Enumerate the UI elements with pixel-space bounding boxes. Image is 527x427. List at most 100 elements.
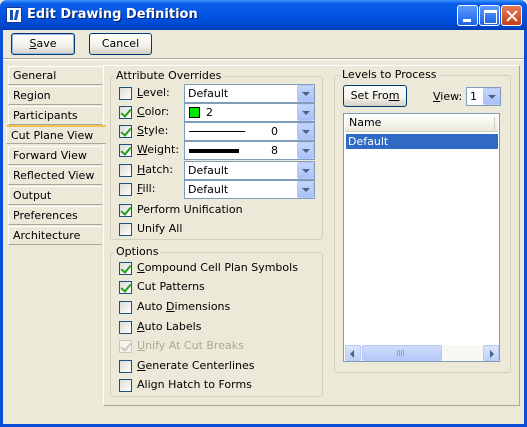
hatch-label: Hatch: — [137, 163, 173, 176]
tab-region[interactable]: Region — [8, 86, 102, 105]
generate-centerlines-checkbox[interactable] — [119, 360, 132, 373]
level-checkbox[interactable] — [119, 87, 132, 100]
color-checkbox[interactable] — [119, 106, 132, 119]
save-label: ave — [36, 37, 57, 50]
chevron-down-icon[interactable] — [297, 162, 314, 179]
compound-cell-plan-symbols-label: Compound Cell Plan Symbols — [137, 261, 298, 274]
align-hatch-to-forms-label: Align Hatch to Forms — [137, 378, 252, 391]
level-label-post: evel: — [142, 86, 170, 99]
option-mnemonic: U — [137, 339, 146, 352]
maximize-icon[interactable] — [479, 5, 500, 26]
app-icon[interactable] — [6, 7, 22, 23]
levels-to-process-title: Levels to Process — [340, 68, 439, 81]
weight-label: Weight: — [137, 143, 179, 156]
weight-dropdown[interactable]: 8 — [184, 141, 315, 160]
name-column-header[interactable]: Name — [345, 115, 498, 132]
unify-all-label: Unify All — [137, 222, 183, 235]
attribute-overrides-title: Attribute Overrides — [114, 69, 224, 82]
minimize-icon[interactable] — [457, 5, 478, 26]
level-label: Level: — [137, 86, 170, 99]
chevron-down-icon[interactable] — [297, 104, 314, 121]
unify-at-cut-breaks-checkbox — [119, 340, 132, 353]
tab-architecture[interactable]: Architecture — [8, 226, 102, 245]
compound-cell-plan-symbols-checkbox[interactable] — [119, 262, 132, 275]
option-mnemonic: C — [137, 261, 145, 274]
save-button[interactable]: Save — [11, 33, 75, 55]
view-label-post: iew: — [440, 90, 463, 103]
tab-general[interactable]: General — [8, 66, 102, 85]
list-item[interactable]: Default — [346, 134, 498, 149]
close-icon[interactable] — [501, 5, 522, 26]
scroll-left-icon[interactable] — [345, 345, 361, 361]
chevron-down-icon[interactable] — [297, 85, 314, 102]
option-label-post: nify At Cut Breaks — [145, 339, 244, 352]
set-from-button[interactable]: Set From — [343, 85, 407, 107]
horizontal-scrollbar[interactable] — [345, 345, 499, 361]
hatch-dropdown[interactable]: Default — [184, 161, 315, 180]
set-from-mnemonic: m — [388, 89, 400, 102]
chevron-down-icon[interactable] — [483, 88, 500, 105]
color-value: 2 — [206, 106, 213, 119]
tab-preferences[interactable]: Preferences — [8, 206, 102, 225]
cut-patterns-checkbox[interactable] — [119, 281, 132, 294]
perform-unification-checkbox[interactable] — [119, 204, 132, 217]
color-label-post: olor: — [144, 105, 170, 118]
weight-mnemonic: W — [137, 143, 148, 156]
tab-forward-view[interactable]: Forward View — [8, 146, 102, 165]
chevron-down-icon[interactable] — [297, 123, 314, 140]
chevron-down-icon[interactable] — [297, 181, 314, 198]
toolbar-separator — [3, 58, 524, 60]
style-checkbox[interactable] — [119, 125, 132, 138]
tab-participants[interactable]: Participants — [8, 106, 102, 125]
title-bar[interactable]: Edit Drawing Definition — [0, 0, 527, 30]
levels-list[interactable]: Name Default — [343, 113, 500, 362]
hatch-checkbox[interactable] — [119, 164, 132, 177]
align-hatch-to-forms-checkbox[interactable] — [119, 379, 132, 392]
style-label-post: tyle: — [143, 124, 169, 137]
view-dropdown[interactable]: 1 — [466, 87, 501, 106]
option-mnemonic: G — [137, 359, 146, 372]
fill-label-post: ill: — [142, 182, 156, 195]
tab-reflected-view[interactable]: Reflected View — [8, 166, 102, 185]
style-dropdown[interactable]: 0 — [184, 122, 315, 141]
fill-dropdown[interactable]: Default — [184, 180, 315, 199]
unify-all-checkbox[interactable] — [119, 223, 132, 236]
scrollbar-thumb[interactable] — [362, 345, 442, 361]
generate-centerlines-label: Generate Centerlines — [137, 359, 254, 372]
scroll-right-icon[interactable] — [483, 345, 499, 361]
view-label: View: — [433, 90, 462, 103]
fill-value: Default — [188, 183, 229, 196]
hatch-label-post: atch: — [145, 163, 174, 176]
weight-value: 8 — [271, 144, 278, 157]
cut-patterns-label: Cut Patterns — [137, 280, 205, 293]
unify-at-cut-breaks-label: Unify At Cut Breaks — [137, 339, 244, 352]
set-from-label: Set Fro — [350, 89, 389, 102]
style-value: 0 — [271, 125, 278, 138]
style-mnemonic: S — [137, 124, 144, 137]
option-label-post: enerate Centerlines — [145, 359, 255, 372]
tab-output[interactable]: Output — [8, 186, 102, 205]
tab-cut-plane-view[interactable]: Cut Plane View — [6, 125, 106, 144]
view-value: 1 — [470, 90, 477, 103]
option-label-pre: Align Hatch to Forms — [137, 378, 252, 391]
fill-checkbox[interactable] — [119, 183, 132, 196]
chevron-down-icon[interactable] — [297, 142, 314, 159]
auto-labels-label: Auto Labels — [137, 320, 201, 333]
line-weight-sample — [189, 149, 239, 153]
cancel-button[interactable]: Cancel — [89, 33, 152, 55]
level-dropdown[interactable]: Default — [184, 84, 315, 103]
option-mnemonic: D — [166, 300, 175, 313]
option-label-pre: Auto — [137, 300, 167, 313]
weight-checkbox[interactable] — [119, 144, 132, 157]
color-swatch — [189, 107, 200, 118]
weight-label-post: eight: — [147, 143, 180, 156]
style-label: Style: — [137, 124, 168, 137]
auto-dimensions-checkbox[interactable] — [119, 301, 132, 314]
auto-dimensions-label: Auto Dimensions — [137, 300, 230, 313]
auto-labels-checkbox[interactable] — [119, 321, 132, 334]
option-label-post: imensions — [174, 300, 231, 313]
hatch-value: Default — [188, 164, 229, 177]
option-label-post: ompound Cell Plan Symbols — [144, 261, 298, 274]
color-dropdown[interactable]: 2 — [184, 103, 315, 122]
perform-unification-label: Perform Unification — [137, 203, 243, 216]
